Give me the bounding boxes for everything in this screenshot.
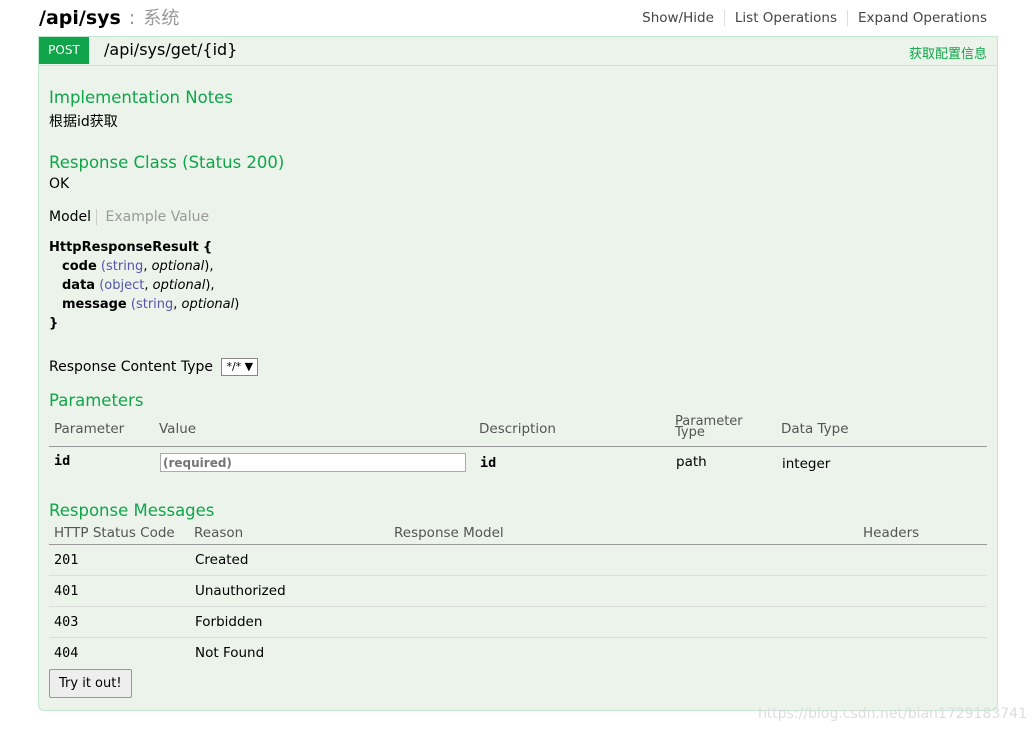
resource-heading[interactable]: /api/sys : 系统 [39,4,179,30]
watermark: https://blog.csdn.net/bian1729183741 [757,706,1027,722]
model-tab[interactable]: Model [49,209,98,225]
param-data-type: integer [782,456,831,472]
resp-header-model: Response Model [394,525,504,541]
resource-description: 系统 [143,8,180,29]
response-code: 403 [54,614,79,630]
param-type: path [676,454,707,470]
expand-operations-link[interactable]: Expand Operations [847,10,987,26]
param-header-parameter-type: Parameter Type [675,414,743,440]
param-header-parameter: Parameter [54,421,125,437]
response-content-type-select[interactable]: */* ▼ [221,358,259,376]
param-name: id [54,453,71,469]
parameters-title: Parameters [49,391,144,410]
resp-header-status: HTTP Status Code [54,525,175,541]
resource-separator: : [128,7,136,29]
param-id-input[interactable] [160,453,466,472]
model-field: code (string, optional), [62,259,214,274]
response-reason: Forbidden [195,614,263,630]
response-class-title: Response Class (Status 200) [49,153,285,172]
response-messages-title: Response Messages [49,501,215,520]
operation-path[interactable]: /api/sys/get/{id} [104,40,237,59]
example-value-tab[interactable]: Example Value [102,209,210,225]
implementation-notes-title: Implementation Notes [49,88,233,107]
operation-block: POST /api/sys/get/{id} 获取配置信息 Implementa… [38,36,998,711]
param-header-value: Value [159,421,197,437]
response-reason: Created [195,552,249,568]
try-it-out-button[interactable]: Try it out! [49,669,132,698]
model-signature: HttpResponseResult { code (string, optio… [49,240,240,331]
resp-header-headers: Headers [863,525,920,541]
row-divider [49,606,987,607]
param-description: id [480,455,497,471]
http-method-badge[interactable]: POST [39,37,89,64]
response-class-text: OK [49,176,70,192]
resource-path[interactable]: /api/sys [39,7,121,29]
row-divider [49,637,987,638]
model-field: message (string, optional) [62,297,240,312]
response-code: 401 [54,583,79,599]
param-header-description: Description [479,421,556,437]
resp-header-divider [49,544,987,545]
response-content-type: Response Content Type */* ▼ [49,358,259,376]
response-reason: Not Found [195,645,265,661]
operation-summary[interactable]: 获取配置信息 [909,43,987,62]
response-reason: Unauthorized [195,583,286,599]
model-name: HttpResponseResult [49,240,199,255]
resource-operations: Show/Hide List Operations Expand Operati… [642,10,987,26]
resp-header-reason: Reason [194,525,244,541]
operation-header[interactable]: POST /api/sys/get/{id} 获取配置信息 [39,37,997,66]
row-divider [49,575,987,576]
param-header-divider [49,446,987,447]
show-hide-link[interactable]: Show/Hide [642,10,724,26]
response-code: 201 [54,552,79,568]
model-field: data (object, optional), [62,278,215,293]
dropdown-arrow-icon: ▼ [244,360,254,373]
list-operations-link[interactable]: List Operations [723,10,847,26]
response-content-type-label: Response Content Type [49,359,213,375]
response-code: 404 [54,645,79,661]
param-header-data-type: Data Type [781,421,849,437]
model-tabs: Model Example Value [49,209,209,225]
implementation-notes-text: 根据id获取 [49,114,118,130]
